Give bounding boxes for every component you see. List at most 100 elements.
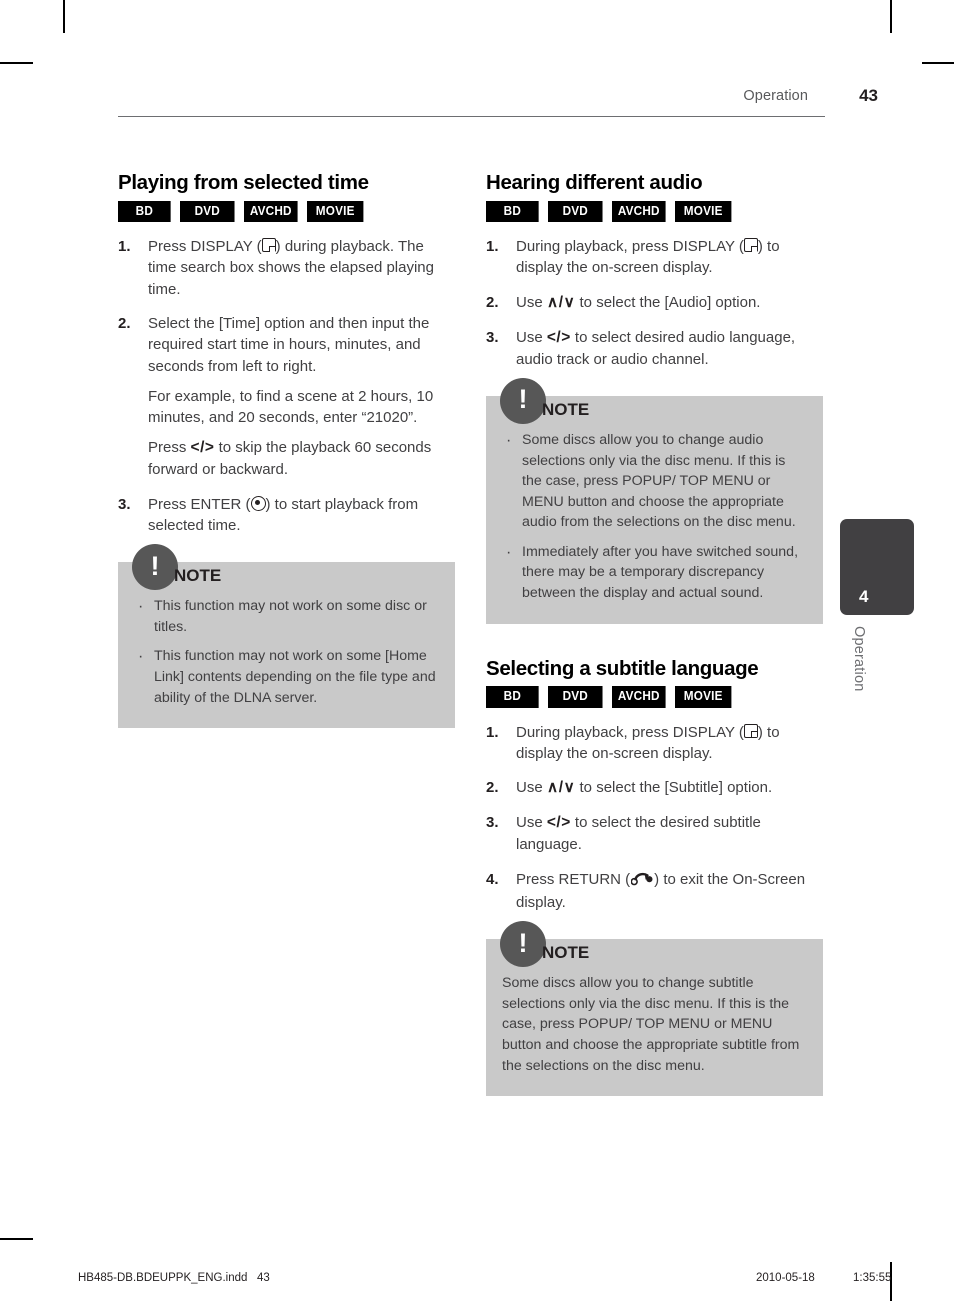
- step-text: Use: [516, 779, 547, 797]
- display-icon: [261, 238, 276, 253]
- note-item: This function may not work on some disc …: [134, 595, 439, 637]
- left-column: Playing from selected time BD DVD AVCHD …: [118, 171, 455, 729]
- note-list: This function may not work on some disc …: [134, 595, 439, 708]
- note-title: NOTE: [542, 399, 590, 419]
- steps-playing-from-selected-time: 1. Press DISPLAY () during playback. The …: [118, 236, 455, 536]
- side-tab-chapter: 4: [840, 519, 914, 615]
- badge-dvd: DVD: [548, 200, 603, 223]
- badge-bd: BD: [486, 200, 539, 223]
- step-text: Use: [516, 293, 547, 311]
- step-item: 3. Use </> to select desired audio langua…: [486, 327, 823, 370]
- note-item: Immediately after you have switched soun…: [502, 541, 807, 604]
- step-text: Press ENTER (: [148, 495, 251, 513]
- page-header: Operation 43: [118, 86, 878, 128]
- step-number: 1.: [486, 723, 499, 741]
- step-number: 1.: [118, 238, 131, 256]
- step-text: During playback, press DISPLAY (: [516, 723, 744, 741]
- footer-time: 1:35:55: [853, 1272, 892, 1284]
- side-tab-label: Operation: [851, 626, 867, 692]
- media-badges-audio: BD DVD AVCHD MOVIE: [486, 200, 823, 223]
- badge-dvd: DVD: [180, 200, 235, 223]
- step-text: During playback, press DISPLAY (: [516, 238, 744, 256]
- exclamation-icon: !: [500, 921, 546, 968]
- right-column: Hearing different audio BD DVD AVCHD MOV…: [486, 171, 823, 1097]
- badge-dvd: DVD: [548, 686, 603, 708]
- note-item: This function may not work on some [Home…: [134, 645, 439, 708]
- steps-hearing-different-audio: 1. During playback, press DISPLAY () to d…: [486, 236, 823, 370]
- crop-mark-top-right-horizontal: [922, 62, 954, 64]
- step-text: Use: [516, 814, 547, 832]
- side-tab-number: 4: [859, 587, 869, 606]
- page-title-playing-from-selected-time: Playing from selected time: [118, 171, 369, 194]
- note-title: NOTE: [174, 566, 222, 586]
- badge-movie: MOVIE: [307, 200, 364, 223]
- step-number: 4.: [486, 870, 499, 888]
- note-header: ! NOTE: [500, 921, 589, 968]
- note-box-audio: ! NOTE Some discs allow you to change au…: [486, 377, 823, 624]
- step-substep-skip: Press </> to skip the playback 60 second…: [148, 439, 432, 479]
- left-right-arrows-glyph: </>: [546, 328, 571, 346]
- display-icon: [743, 238, 758, 253]
- step-item: 3. Press ENTER () to start playback from …: [118, 494, 455, 537]
- step-text-cont: to select the [Audio] option.: [575, 293, 761, 311]
- step-item: 1. During playback, press DISPLAY () to d…: [486, 722, 823, 765]
- step-number: 1.: [486, 238, 499, 256]
- step-item: 2. Use ∧/∨ to select the [Audio] option.: [486, 292, 823, 314]
- media-badges-subtitle: BD DVD AVCHD MOVIE: [486, 686, 823, 708]
- left-right-arrows-glyph: </>: [546, 814, 571, 832]
- badge-avchd: AVCHD: [612, 200, 666, 223]
- note-header: ! NOTE: [500, 377, 590, 424]
- exclamation-icon: !: [132, 544, 178, 591]
- crop-mark-bottom-left-horizontal: [0, 1238, 33, 1240]
- note-header: ! NOTE: [132, 544, 222, 591]
- step-item: 1. Press DISPLAY () during playback. The …: [118, 236, 455, 300]
- up-down-arrows-glyph: ∧/∨: [546, 293, 576, 311]
- crop-mark-top-left-vertical: [63, 0, 65, 33]
- header-divider: [118, 116, 825, 117]
- badge-movie: MOVIE: [675, 686, 732, 708]
- step-item: 2. Use ∧/∨ to select the [Subtitle] optio…: [486, 777, 823, 799]
- up-down-arrows-glyph: ∧/∨: [546, 779, 576, 797]
- note-text: Some discs allow you to change subtitle …: [502, 975, 800, 1074]
- note-box-subtitle: ! NOTE Some discs allow you to change su…: [486, 921, 823, 1097]
- badge-avchd: AVCHD: [244, 200, 298, 223]
- exclamation-icon: !: [500, 377, 546, 424]
- note-item: Some discs allow you to change audio sel…: [502, 429, 807, 533]
- badge-movie: MOVIE: [675, 200, 732, 223]
- note-box-playing: ! NOTE This function may not work on som…: [118, 544, 455, 729]
- return-icon: [630, 871, 653, 892]
- exclamation-glyph: !: [518, 927, 528, 958]
- step-text: Use: [516, 328, 547, 346]
- crop-mark-top-left-horizontal: [0, 62, 33, 64]
- exclamation-glyph: !: [518, 384, 528, 415]
- step-number: 2.: [118, 314, 131, 332]
- page-title-selecting-subtitle-language: Selecting a subtitle language: [486, 656, 759, 680]
- step-item: 4. Press RETURN () to exit the On-Screen …: [486, 869, 823, 914]
- header-section-label: Operation: [743, 88, 808, 104]
- badge-bd: BD: [486, 686, 539, 708]
- step-substep-example: For example, to find a scene at 2 hours,…: [148, 387, 434, 427]
- footer-date: 2010-05-18: [756, 1272, 815, 1284]
- enter-icon: [250, 495, 266, 511]
- note-list: Some discs allow you to change audio sel…: [502, 429, 807, 604]
- step-item: 2. Select the [Time] option and then inp…: [118, 313, 455, 481]
- left-right-arrows-glyph: </>: [190, 439, 215, 457]
- page-number: 43: [859, 86, 878, 105]
- step-item: 1. During playback, press DISPLAY () to d…: [486, 236, 823, 279]
- media-badges-playing: BD DVD AVCHD MOVIE: [118, 200, 455, 223]
- step-number: 3.: [118, 495, 131, 513]
- step-number: 2.: [486, 779, 499, 797]
- steps-selecting-subtitle-language: 1. During playback, press DISPLAY () to d…: [486, 722, 823, 913]
- page-title-hearing-different-audio: Hearing different audio: [486, 171, 703, 194]
- badge-avchd: AVCHD: [612, 686, 666, 708]
- exclamation-glyph: !: [150, 550, 160, 581]
- crop-mark-top-right-vertical: [890, 0, 892, 33]
- step-item: 3. Use </> to select the desired subtitle…: [486, 812, 823, 855]
- step-text-cont: to select the [Subtitle] option.: [575, 779, 773, 797]
- badge-bd: BD: [118, 200, 171, 223]
- step-text: Press RETURN (: [516, 870, 631, 888]
- step-number: 2.: [486, 293, 499, 311]
- step-text: Select the [Time] option and then input …: [148, 314, 430, 375]
- step-number: 3.: [486, 328, 499, 346]
- display-icon: [743, 723, 758, 738]
